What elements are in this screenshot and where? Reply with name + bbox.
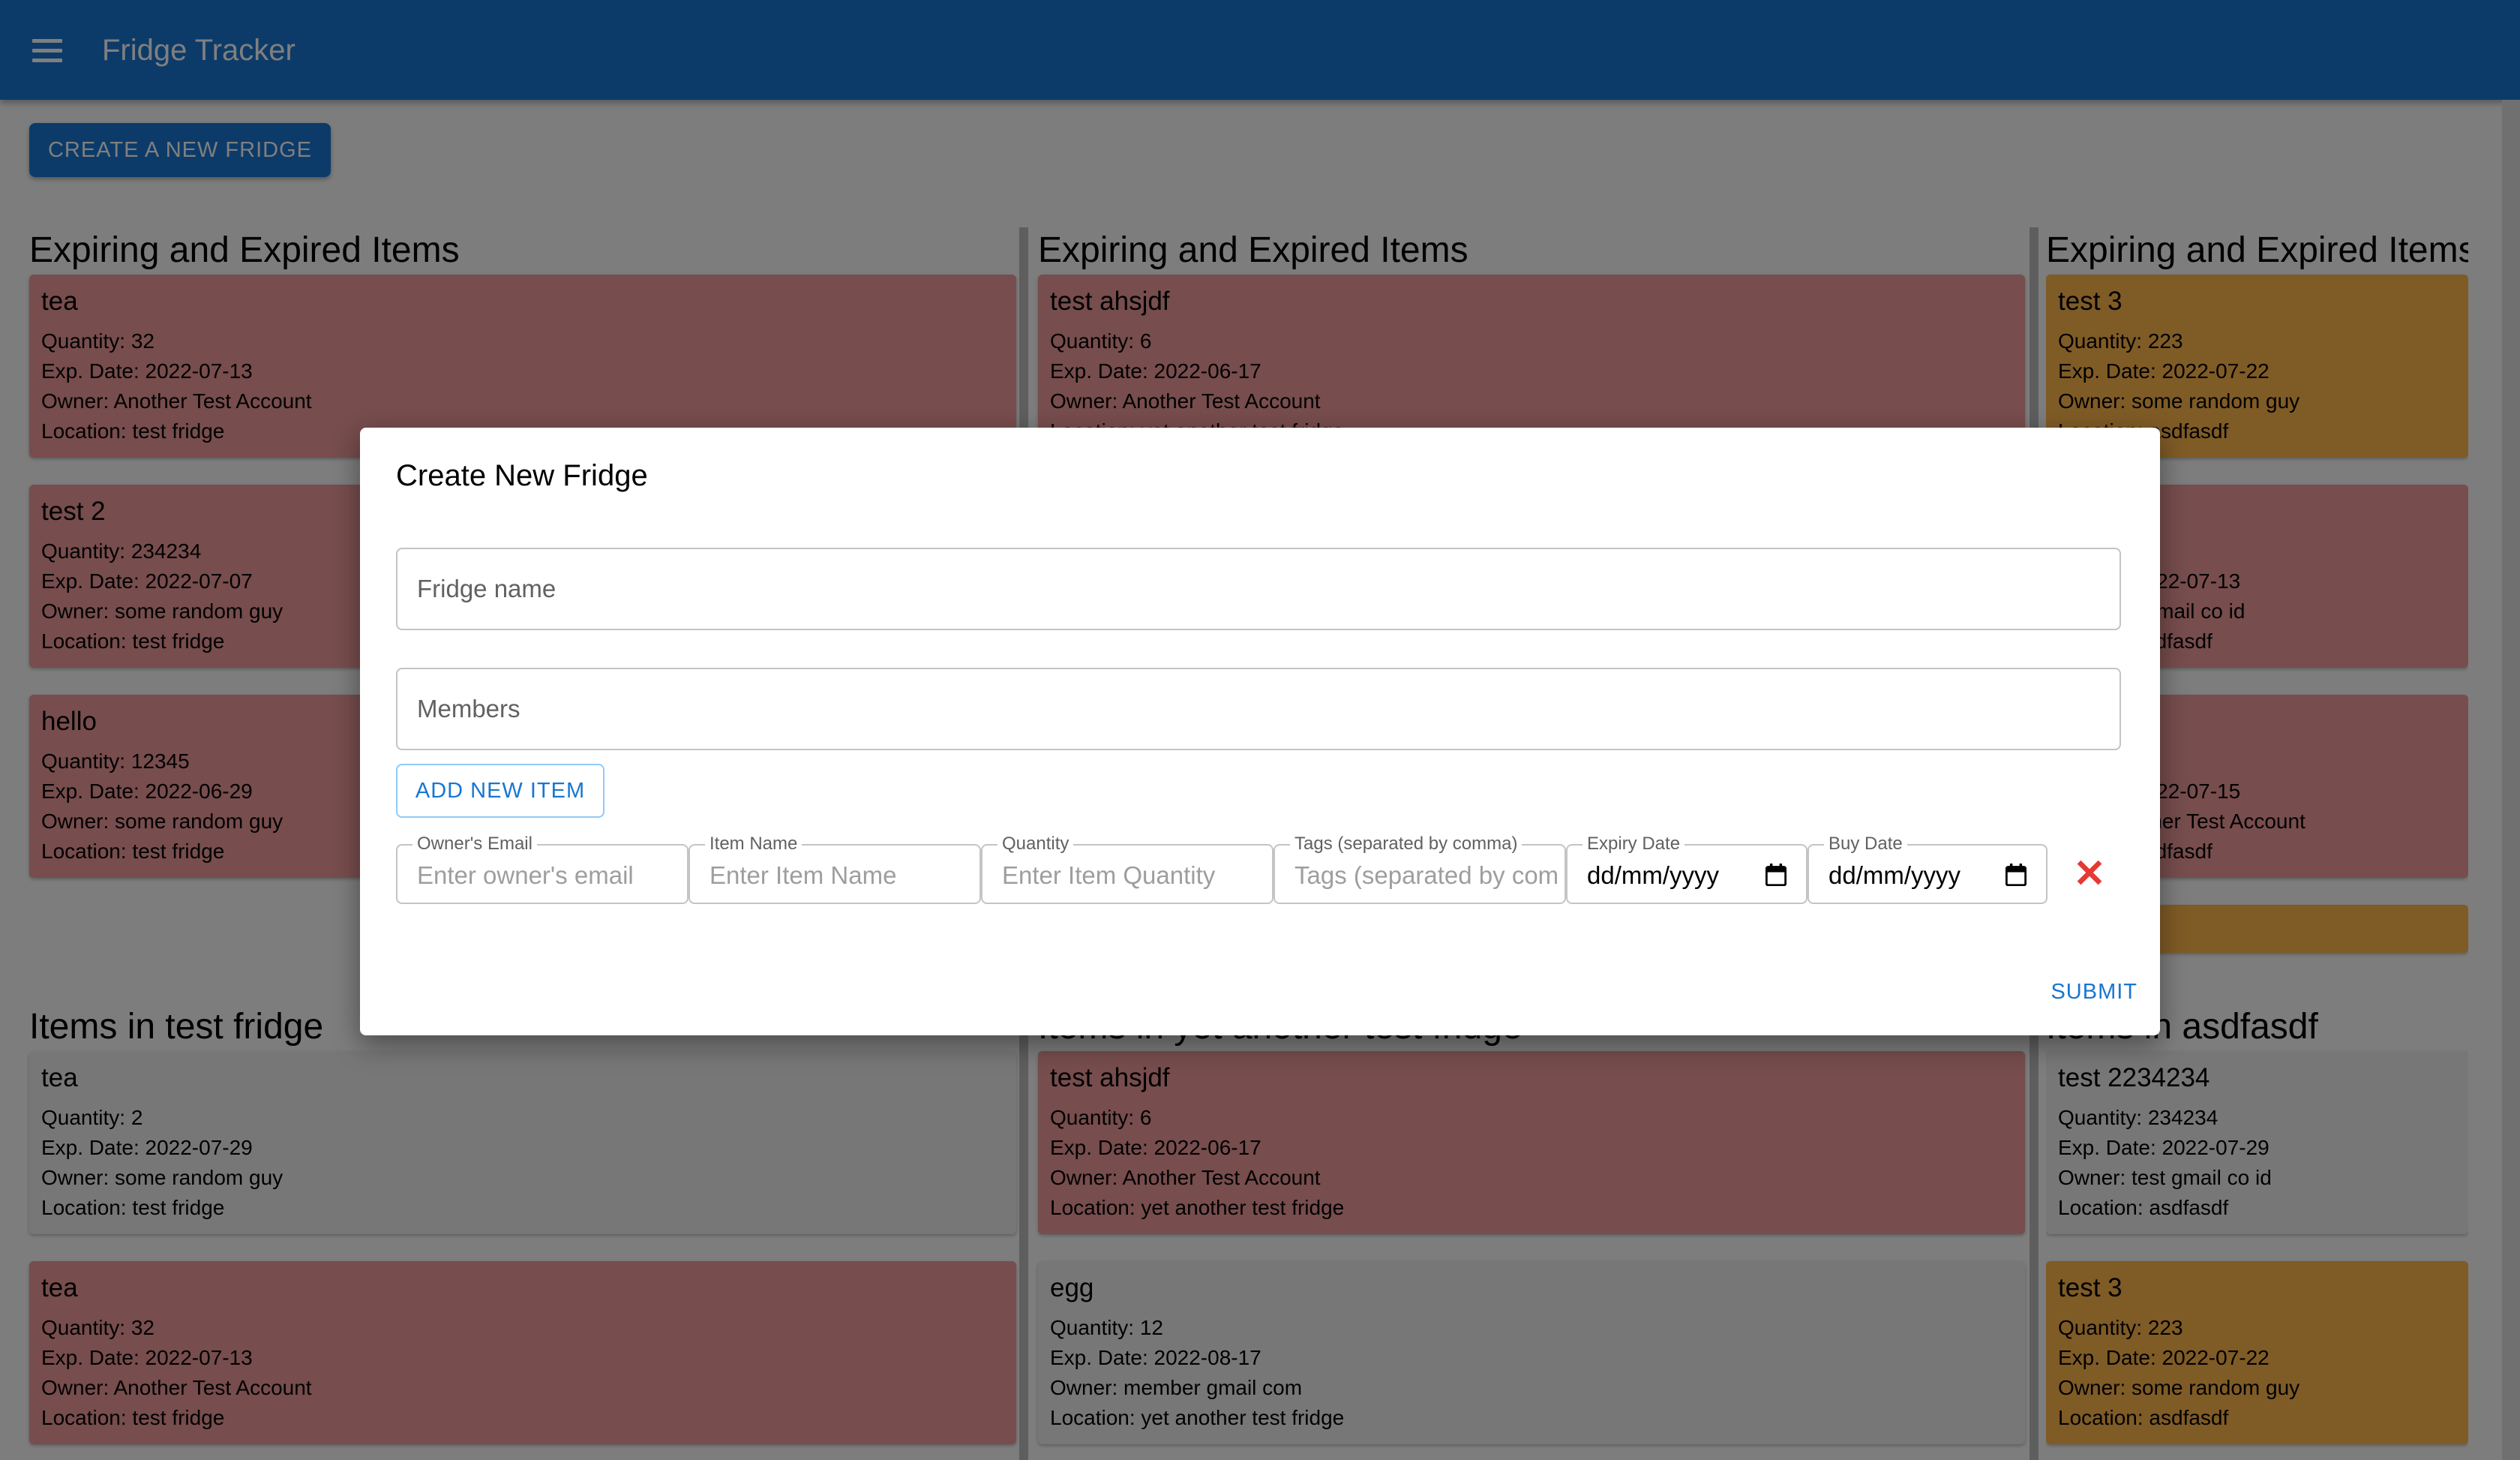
submit-button[interactable]: SUBMIT [2050, 978, 2138, 1005]
tags-placeholder: Tags (separated by comma) [1294, 861, 1557, 889]
owner-email-label: Owner's Email [412, 834, 537, 855]
owner-email-placeholder: Enter owner's email [417, 861, 634, 889]
quantity-placeholder: Enter Item Quantity [1002, 861, 1216, 889]
quantity-input[interactable]: Quantity Enter Item Quantity [981, 834, 1274, 904]
close-icon[interactable]: ✕ [2060, 844, 2120, 904]
calendar-icon[interactable] [2006, 864, 2026, 886]
calendar-icon[interactable] [1766, 864, 1786, 886]
create-fridge-dialog: Create New Fridge Fridge name Members AD… [360, 428, 2160, 1035]
dialog-title: Create New Fridge [396, 459, 648, 492]
owner-email-input[interactable]: Owner's Email Enter owner's email [396, 834, 688, 904]
item-name-label: Item Name [705, 834, 802, 855]
item-name-input[interactable]: Item Name Enter Item Name [688, 834, 981, 904]
members-label: Members [417, 695, 520, 722]
fridge-name-field[interactable]: Fridge name [396, 548, 2121, 630]
fridge-name-label: Fridge name [417, 575, 556, 602]
expiry-date-label: Expiry Date [1582, 834, 1685, 855]
tags-input[interactable]: Tags (separated by comma) Tags (separate… [1274, 834, 1566, 904]
buy-date-value: dd/mm/yyyy [1828, 861, 1961, 889]
quantity-label: Quantity [998, 834, 1074, 855]
buy-date-label: Buy Date [1824, 834, 1907, 855]
expiry-date-value: dd/mm/yyyy [1587, 861, 1720, 889]
expiry-date-input[interactable]: Expiry Date dd/mm/yyyy [1566, 834, 1808, 904]
add-new-item-button[interactable]: ADD NEW ITEM [396, 764, 604, 818]
item-name-placeholder: Enter Item Name [710, 861, 897, 889]
buy-date-input[interactable]: Buy Date dd/mm/yyyy [1808, 834, 2048, 904]
tags-label: Tags (separated by comma) [1290, 834, 1522, 855]
members-field[interactable]: Members [396, 668, 2121, 750]
